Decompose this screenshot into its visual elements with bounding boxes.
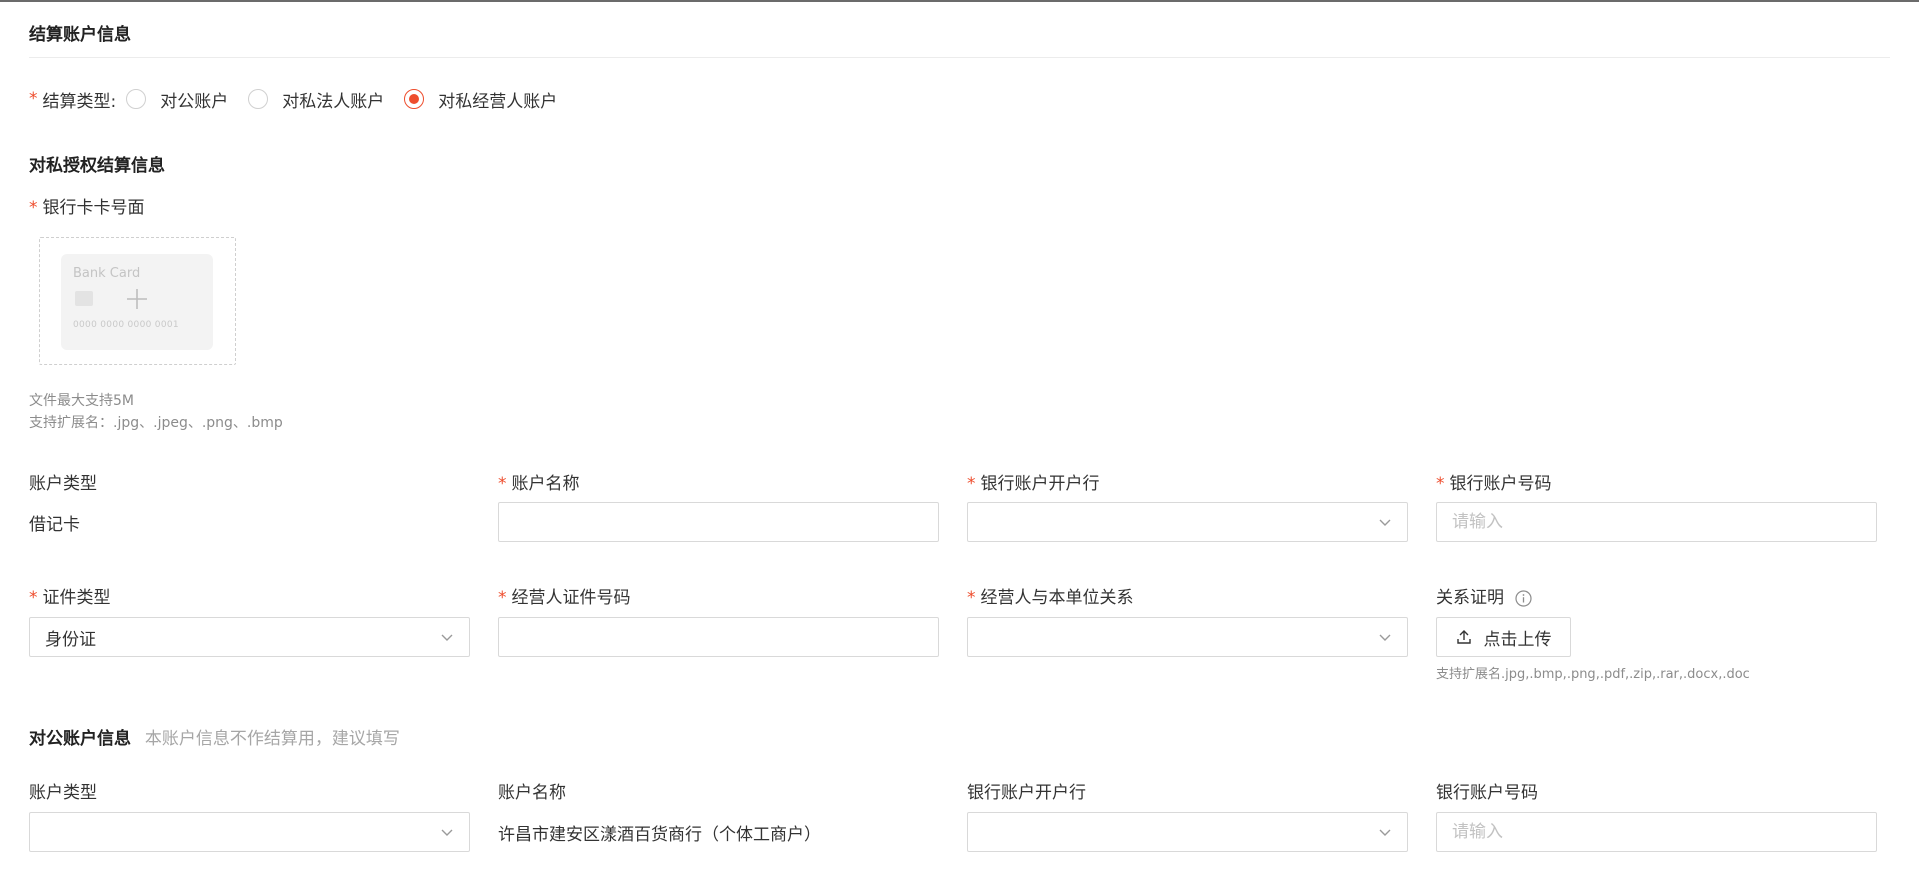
proof-ext-hint: 支持扩展名.jpg,.bmp,.png,.pdf,.zip,.rar,.docx… bbox=[1436, 667, 1750, 682]
public-account-name-label: 账户名称 bbox=[498, 783, 566, 803]
proof-label: 关系证明 bbox=[1436, 583, 1533, 608]
public-account-number-input[interactable] bbox=[1436, 812, 1877, 852]
bank-card-uploader[interactable]: Bank Card 0000 0000 0000 0001 bbox=[39, 237, 236, 365]
file-ext-hint: 支持扩展名：.jpg、.jpeg、.png、.bmp bbox=[29, 415, 283, 431]
radio-label: 对公账户 bbox=[160, 91, 229, 112]
radio-circle[interactable] bbox=[248, 89, 269, 109]
public-section-title: 对公账户信息 本账户信息不作结算用，建议填写 bbox=[29, 729, 400, 749]
public-account-number-label: 银行账户号码 bbox=[1436, 783, 1538, 803]
upload-button-label: 点击上传 bbox=[1483, 629, 1552, 650]
section-divider bbox=[29, 57, 1890, 58]
info-icon[interactable] bbox=[1515, 589, 1533, 607]
cert-number-label: * 经营人证件号码 bbox=[498, 588, 631, 608]
relation-label: * 经营人与本单位关系 bbox=[967, 588, 1134, 608]
account-number-field[interactable] bbox=[1437, 503, 1876, 541]
upload-icon bbox=[1456, 630, 1471, 644]
account-name-field[interactable] bbox=[499, 503, 938, 541]
settlement-type-group: * 结算类型: 对公账户 对私法人账户 对私经营人账户 bbox=[29, 86, 569, 112]
cert-number-field[interactable] bbox=[499, 618, 938, 656]
chevron-down-icon bbox=[1379, 519, 1391, 526]
public-account-name-value: 许昌市建安区漾酒百货商行（个体工商户） bbox=[498, 825, 821, 845]
settlement-type-label: 结算类型: bbox=[42, 91, 117, 112]
account-name-label: * 账户名称 bbox=[498, 474, 580, 494]
chevron-down-icon bbox=[1379, 634, 1391, 641]
relation-select[interactable] bbox=[967, 617, 1408, 657]
public-section-subtitle: 本账户信息不作结算用，建议填写 bbox=[144, 729, 400, 749]
radio-public-account[interactable]: 对公账户 bbox=[126, 87, 228, 112]
account-number-label: * 银行账户号码 bbox=[1436, 474, 1552, 494]
bank-card-label: * 银行卡卡号面 bbox=[29, 198, 145, 218]
radio-label: 对私法人账户 bbox=[282, 91, 385, 112]
account-number-input[interactable] bbox=[1436, 502, 1877, 542]
cert-type-label: * 证件类型 bbox=[29, 588, 111, 608]
card-number: 0000 0000 0000 0001 bbox=[73, 320, 179, 330]
cert-type-select[interactable]: 身份证 bbox=[29, 617, 470, 657]
radio-dot bbox=[409, 94, 420, 104]
account-type-label: 账户类型 bbox=[29, 474, 97, 494]
top-border bbox=[0, 0, 1919, 2]
cert-number-input[interactable] bbox=[498, 617, 939, 657]
file-size-hint: 文件最大支持5M bbox=[29, 393, 134, 409]
radio-label: 对私经营人账户 bbox=[438, 91, 558, 112]
plus-icon bbox=[127, 289, 147, 309]
chevron-down-icon bbox=[1379, 829, 1391, 836]
settlement-section-title: 结算账户信息 bbox=[29, 25, 131, 45]
cert-type-value: 身份证 bbox=[45, 629, 96, 650]
bank-select[interactable] bbox=[967, 502, 1408, 542]
public-bank-select[interactable] bbox=[967, 812, 1408, 852]
radio-circle-selected[interactable] bbox=[404, 89, 425, 109]
upload-button[interactable]: 点击上传 bbox=[1436, 617, 1571, 657]
required-mark: * bbox=[29, 89, 38, 109]
chevron-down-icon bbox=[441, 829, 453, 836]
card-chip-icon bbox=[75, 291, 93, 306]
public-bank-label: 银行账户开户行 bbox=[967, 783, 1086, 803]
public-account-type-label: 账户类型 bbox=[29, 783, 97, 803]
bank-label: * 银行账户开户行 bbox=[967, 474, 1100, 494]
private-section-title: 对私授权结算信息 bbox=[29, 156, 165, 176]
account-type-value: 借记卡 bbox=[29, 515, 80, 535]
chevron-down-icon bbox=[441, 634, 453, 641]
public-account-type-select[interactable] bbox=[29, 812, 470, 852]
radio-private-legal-account[interactable]: 对私法人账户 bbox=[248, 87, 384, 112]
card-title: Bank Card bbox=[73, 266, 141, 281]
radio-private-operator-account[interactable]: 对私经营人账户 bbox=[404, 87, 557, 112]
radio-circle[interactable] bbox=[126, 89, 147, 109]
public-account-number-field[interactable] bbox=[1437, 813, 1876, 851]
bank-card-placeholder: Bank Card 0000 0000 0000 0001 bbox=[61, 254, 213, 350]
account-name-input[interactable] bbox=[498, 502, 939, 542]
